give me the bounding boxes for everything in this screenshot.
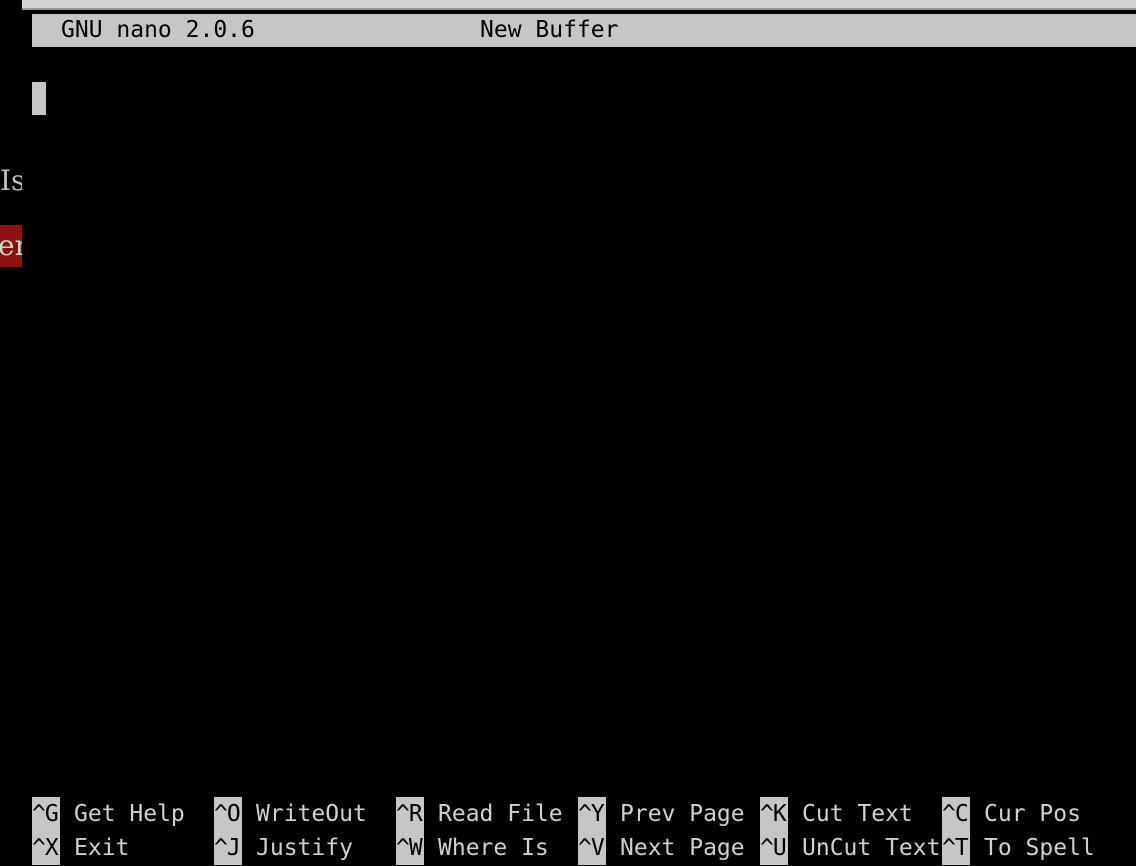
shortcut-cut-text[interactable]: ^K Cut Text: [760, 797, 913, 831]
shortcut-get-help[interactable]: ^G Get Help: [32, 797, 185, 831]
shortcut-key: ^X: [32, 831, 60, 865]
shortcut-key: ^G: [32, 797, 60, 831]
shortcut-justify[interactable]: ^J Justify: [214, 831, 353, 865]
shortcut-key: ^R: [396, 797, 424, 831]
shortcut-key: ^J: [214, 831, 242, 865]
background-text-fragment: Is: [0, 164, 22, 198]
shortcut-cur-pos[interactable]: ^C Cur Pos: [942, 797, 1081, 831]
shortcut-label: Cur Pos: [984, 801, 1081, 827]
fragment-text: er: [0, 229, 22, 262]
shortcut-label: Exit: [74, 835, 130, 861]
title-bar: GNU nano 2.0.6 New Buffer: [32, 14, 1136, 47]
shortcut-key: ^V: [578, 831, 606, 865]
shortcut-exit[interactable]: ^X Exit: [32, 831, 129, 865]
shortcut-label: To Spell: [984, 835, 1095, 861]
shortcut-key: ^O: [214, 797, 242, 831]
shortcut-label: Read File: [438, 801, 563, 827]
text-cursor[interactable]: [32, 82, 46, 115]
app-version: GNU nano 2.0.6: [61, 17, 255, 43]
buffer-name: New Buffer: [480, 17, 619, 43]
shortcut-label: Next Page: [620, 835, 745, 861]
background-highlight-fragment: er: [0, 225, 22, 267]
shortcut-key: ^C: [942, 797, 970, 831]
shortcut-key: ^K: [760, 797, 788, 831]
shortcut-label: Justify: [256, 835, 353, 861]
fragment-text: Is: [0, 164, 22, 197]
window-top-edge: [22, 0, 1136, 10]
shortcut-label: Prev Page: [620, 801, 745, 827]
shortcut-to-spell[interactable]: ^T To Spell: [942, 831, 1095, 865]
shortcut-label: UnCut Text: [802, 835, 941, 861]
shortcut-label: Get Help: [74, 801, 185, 827]
shortcut-writeout[interactable]: ^O WriteOut: [214, 797, 367, 831]
shortcut-key: ^Y: [578, 797, 606, 831]
shortcut-key: ^T: [942, 831, 970, 865]
shortcut-uncut-text[interactable]: ^U UnCut Text: [760, 831, 940, 865]
shortcut-label: Cut Text: [802, 801, 913, 827]
shortcut-read-file[interactable]: ^R Read File: [396, 797, 563, 831]
shortcut-key: ^U: [760, 831, 788, 865]
shortcut-prev-page[interactable]: ^Y Prev Page: [578, 797, 745, 831]
shortcut-where-is[interactable]: ^W Where Is: [396, 831, 549, 865]
shortcut-next-page[interactable]: ^V Next Page: [578, 831, 745, 865]
shortcut-key: ^W: [396, 831, 424, 865]
shortcut-label: WriteOut: [256, 801, 367, 827]
shortcut-label: Where Is: [438, 835, 549, 861]
